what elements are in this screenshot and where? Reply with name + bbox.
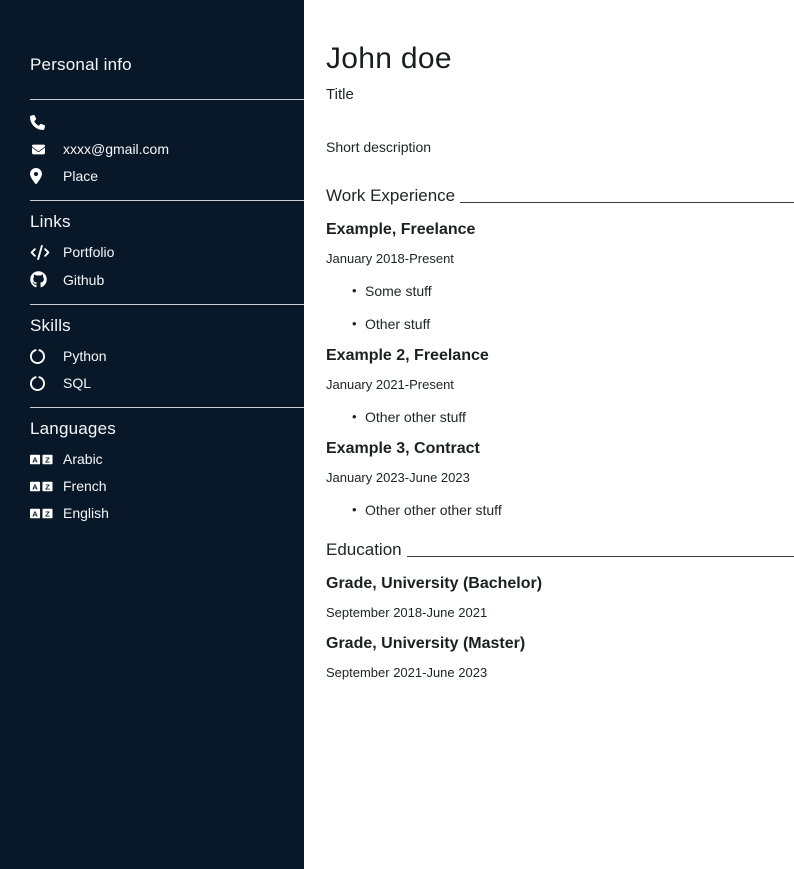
bullet-item: Other stuff (352, 316, 794, 332)
sidebar-item-label: Place (63, 168, 98, 184)
sidebar-divider (30, 407, 304, 408)
sidebar-item-python: Python (30, 348, 304, 364)
person-name: John doe (326, 42, 794, 76)
heading-rule (407, 556, 794, 557)
work-entry-bullets: Some stuff Other stuff (326, 283, 794, 332)
sidebar-item-label: Python (63, 348, 107, 364)
language-icon: AZ (30, 508, 63, 519)
work-entry-dates: January 2023-June 2023 (326, 470, 794, 485)
code-icon (30, 245, 63, 260)
map-marker-icon (30, 168, 63, 184)
education-entry-dates: September 2018-June 2021 (326, 605, 794, 620)
github-icon (30, 271, 63, 288)
short-description: Short description (326, 139, 794, 155)
sidebar-title-languages: Languages (30, 419, 304, 439)
language-icon: AZ (30, 454, 63, 465)
sidebar-title-links: Links (30, 212, 304, 232)
sidebar-title-personal-info: Personal info (30, 55, 304, 75)
sidebar-item-label: Portfolio (63, 244, 114, 260)
education-heading: Education (326, 540, 794, 560)
work-entry-title: Example 3, Contract (326, 440, 794, 458)
sidebar-item-github[interactable]: Github (30, 271, 304, 288)
sidebar-divider (30, 99, 304, 100)
sidebar-item-label: SQL (63, 375, 91, 391)
education-entry-title: Grade, University (Bachelor) (326, 575, 794, 593)
sidebar: Personal info xxxx@gmail.comPlace Links … (0, 0, 304, 869)
envelope-icon (30, 143, 63, 156)
work-entry-dates: January 2021-Present (326, 377, 794, 392)
sidebar-item-label: English (63, 505, 109, 521)
svg-text:A: A (32, 455, 38, 464)
sidebar-item-arabic: AZArabic (30, 451, 304, 467)
svg-text:Z: Z (45, 482, 50, 491)
sidebar-rows-personal-info: xxxx@gmail.com Place (30, 114, 304, 184)
education-entry-dates: September 2021-June 2023 (326, 665, 794, 680)
circle-notch-icon (30, 349, 63, 364)
phone-icon (30, 115, 63, 130)
sidebar-rows-links: Portfolio Github (30, 244, 304, 288)
sidebar-item-xxxx-gmail-com: xxxx@gmail.com (30, 141, 304, 157)
education-entries: Grade, University (Bachelor) September 20… (326, 575, 794, 680)
circle-notch-icon (30, 376, 63, 391)
svg-text:A: A (32, 509, 38, 518)
sidebar-divider (30, 304, 304, 305)
sidebar-item-sql: SQL (30, 375, 304, 391)
work-entry-dates: January 2018-Present (326, 251, 794, 266)
svg-text:Z: Z (45, 509, 50, 518)
sidebar-item-english: AZEnglish (30, 505, 304, 521)
work-entries: Example, Freelance January 2018-Present So… (326, 221, 794, 518)
sidebar-item-place: Place (30, 168, 304, 184)
sidebar-item-label: Arabic (63, 451, 103, 467)
sidebar-title-skills: Skills (30, 316, 304, 336)
work-entry-bullets: Other other other stuff (326, 502, 794, 518)
language-icon: AZ (30, 481, 63, 492)
work-entry-title: Example 2, Freelance (326, 347, 794, 365)
heading-rule (460, 202, 794, 203)
sidebar-rows-skills: Python SQL (30, 348, 304, 391)
sidebar-item-portfolio[interactable]: Portfolio (30, 244, 304, 260)
sidebar-item-french: AZFrench (30, 478, 304, 494)
sidebar-item-label: French (63, 478, 107, 494)
resume-page: Personal info xxxx@gmail.comPlace Links … (0, 0, 794, 869)
bullet-item: Some stuff (352, 283, 794, 299)
svg-text:Z: Z (45, 455, 50, 464)
work-experience-heading: Work Experience (326, 186, 794, 206)
sidebar-item-label: xxxx@gmail.com (63, 141, 169, 157)
svg-text:A: A (32, 482, 38, 491)
work-entry-title: Example, Freelance (326, 221, 794, 239)
bullet-item: Other other stuff (352, 409, 794, 425)
work-experience-heading-label: Work Experience (326, 186, 455, 206)
work-entry-bullets: Other other stuff (326, 409, 794, 425)
sidebar-divider (30, 200, 304, 201)
person-title: Title (326, 86, 794, 103)
education-heading-label: Education (326, 540, 402, 560)
sidebar-rows-languages: AZArabicAZFrenchAZEnglish (30, 451, 304, 521)
education-entry-title: Grade, University (Master) (326, 635, 794, 653)
bullet-item: Other other other stuff (352, 502, 794, 518)
main-content: John doe Title Short description Work Ex… (304, 0, 794, 869)
sidebar-item-label: Github (63, 272, 104, 288)
sidebar-item-phone (30, 114, 304, 130)
